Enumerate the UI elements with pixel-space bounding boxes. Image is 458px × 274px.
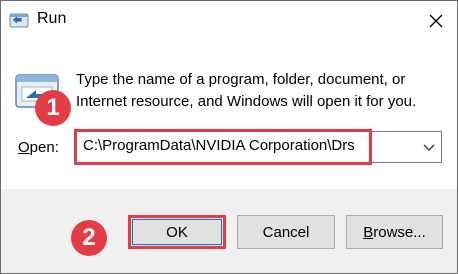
dialog-description: Type the name of a program, folder, docu… bbox=[76, 69, 446, 113]
open-label-rest: pen: bbox=[29, 139, 59, 156]
close-button[interactable] bbox=[421, 7, 451, 35]
run-dialog: Run Type the name of a program, folder, … bbox=[0, 0, 458, 274]
chevron-down-icon[interactable] bbox=[421, 139, 437, 155]
step-2-badge: 2 bbox=[71, 220, 107, 256]
title-bar: Run bbox=[1, 1, 457, 41]
browse-button[interactable]: Browse... bbox=[346, 215, 443, 249]
window-title: Run bbox=[37, 10, 67, 27]
open-label: Open: bbox=[18, 139, 59, 156]
browse-label-rest: rowse... bbox=[373, 223, 426, 241]
open-label-accelerator: O bbox=[18, 139, 30, 156]
open-input[interactable]: C:\ProgramData\NVIDIA Corporation\Drs bbox=[83, 137, 355, 154]
run-app-icon bbox=[9, 13, 29, 28]
cancel-button[interactable]: Cancel bbox=[237, 215, 335, 249]
description-line-2: Internet resource, and Windows will open… bbox=[76, 93, 417, 110]
browse-accelerator: B bbox=[363, 223, 374, 241]
step-1-badge: 1 bbox=[35, 90, 71, 126]
ok-button[interactable]: OK bbox=[128, 215, 226, 249]
description-line-1: Type the name of a program, folder, docu… bbox=[76, 71, 406, 88]
close-icon bbox=[429, 14, 443, 28]
